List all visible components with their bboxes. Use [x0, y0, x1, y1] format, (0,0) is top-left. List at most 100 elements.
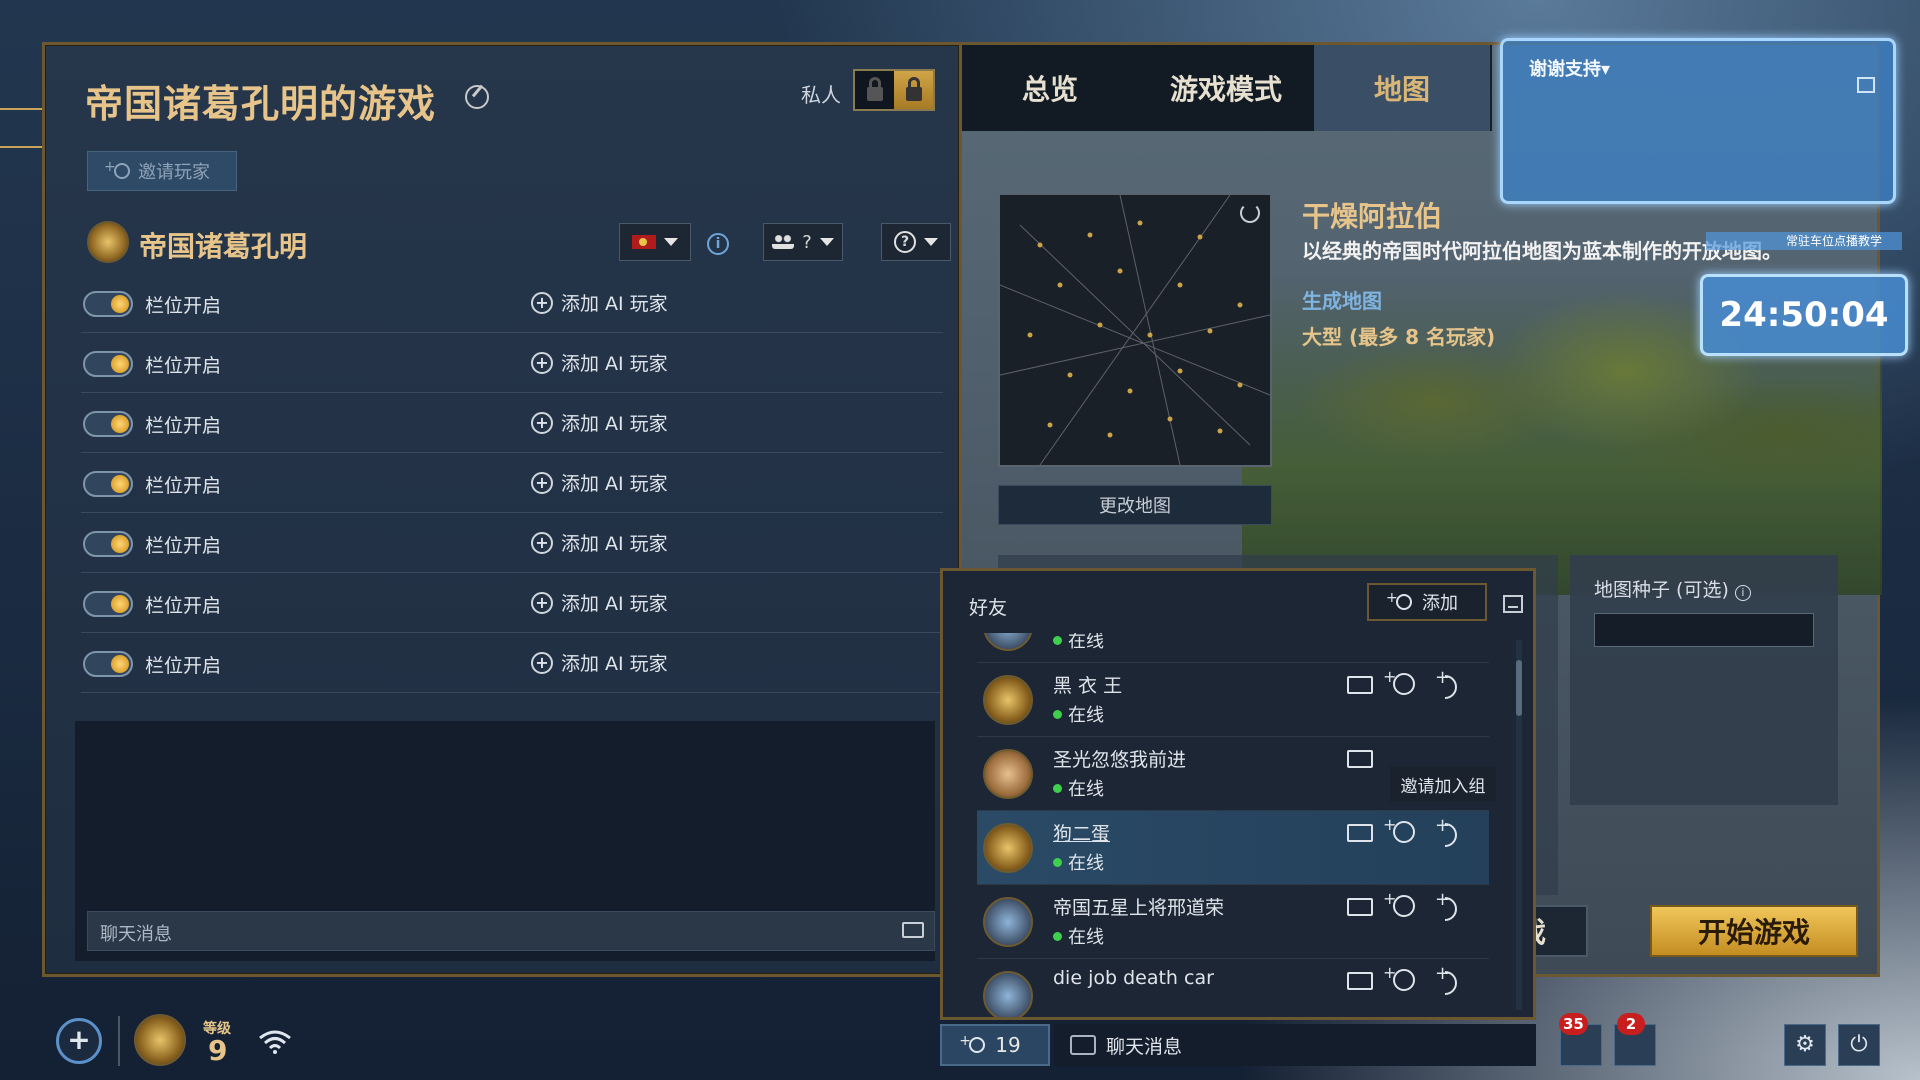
add-ai-button[interactable]: + 添加 AI 玩家: [531, 469, 668, 496]
private-label: 私人: [801, 83, 841, 107]
add-ai-button[interactable]: + 添加 AI 玩家: [531, 529, 668, 556]
lock-icon[interactable]: [894, 71, 933, 109]
add-ai-label: 添加 AI 玩家: [561, 353, 668, 375]
invite-to-group-icon[interactable]: [1383, 963, 1415, 991]
my-avatar[interactable]: [134, 1014, 186, 1066]
add-player-icon[interactable]: [1435, 815, 1461, 847]
friend-row[interactable]: 帝国五星上将邢道荣 在线: [977, 885, 1489, 959]
info-icon[interactable]: i: [707, 233, 729, 255]
add-ai-label: 添加 AI 玩家: [561, 473, 668, 495]
friend-status-text: 在线: [1068, 705, 1104, 726]
chat-bubble-icon[interactable]: [1347, 972, 1373, 990]
team-dropdown[interactable]: ?: [763, 223, 843, 261]
invite-player-button[interactable]: 邀请玩家: [87, 151, 237, 191]
chat-bubble-icon[interactable]: [1347, 676, 1373, 694]
add-ai-button[interactable]: + 添加 AI 玩家: [531, 349, 668, 376]
chat-bubble-icon[interactable]: [1347, 898, 1373, 916]
add-ai-button[interactable]: + 添加 AI 玩家: [531, 589, 668, 616]
invite-to-group-icon[interactable]: [1383, 667, 1415, 695]
edit-title-icon[interactable]: [465, 85, 489, 109]
slot-toggle[interactable]: [83, 531, 133, 557]
tab-map[interactable]: 地图: [1314, 45, 1490, 131]
chevron-down-icon: [819, 238, 834, 246]
tab-game-mode[interactable]: 游戏模式: [1138, 45, 1314, 131]
friend-name: 圣光忽悠我前进: [1053, 749, 1187, 771]
add-button[interactable]: +: [56, 1018, 102, 1064]
map-seed-input[interactable]: [1594, 613, 1814, 647]
divider: [118, 1016, 120, 1066]
friend-status: 在线: [1053, 701, 1104, 727]
info-icon[interactable]: i: [1734, 585, 1751, 601]
player-slot: 栏位开启 + 添加 AI 玩家: [81, 633, 943, 693]
add-ai-button[interactable]: + 添加 AI 玩家: [531, 649, 668, 676]
slot-list: 栏位开启 + 添加 AI 玩家 栏位开启 + 添加 AI 玩家 栏位开启 + 添加 A…: [81, 273, 943, 693]
invite-tooltip: 邀请加入组: [1390, 766, 1496, 802]
slot-toggle[interactable]: [83, 591, 133, 617]
add-ai-button[interactable]: + 添加 AI 玩家: [531, 289, 668, 316]
invite-to-group-icon[interactable]: [1383, 815, 1415, 843]
tab-overview[interactable]: 总览: [962, 45, 1138, 131]
settings-tabs: 总览 游戏模式 地图: [962, 45, 1492, 131]
minimize-icon[interactable]: [1503, 595, 1523, 613]
rewards-button[interactable]: 2: [1614, 1013, 1656, 1066]
privacy-toggle[interactable]: [853, 69, 935, 111]
team-value: ?: [802, 231, 812, 253]
power-icon[interactable]: ⏻: [1838, 1024, 1880, 1066]
add-ai-button[interactable]: + 添加 AI 玩家: [531, 409, 668, 436]
slot-toggle[interactable]: [83, 351, 133, 377]
slot-toggle[interactable]: [83, 291, 133, 317]
lobby-chat-input[interactable]: 聊天消息: [87, 911, 935, 951]
overlay-tag: 常驻车位点播教学: [1706, 232, 1902, 250]
settings-gear-icon[interactable]: ⚙: [1784, 1024, 1826, 1066]
add-friend-label: 添加: [1422, 593, 1458, 614]
rewards-badge: 2: [1617, 1013, 1645, 1035]
chat-bubble-icon[interactable]: [1347, 824, 1373, 842]
map-seed-label-text: 地图种子 (可选): [1594, 579, 1729, 601]
friend-status: 在线: [1053, 923, 1104, 949]
add-player-icon[interactable]: [1435, 667, 1461, 699]
notifications-button[interactable]: 35: [1559, 1013, 1602, 1066]
friend-avatar: [983, 749, 1033, 799]
friend-row[interactable]: 在线: [977, 633, 1489, 663]
friend-status: 在线: [1053, 775, 1104, 801]
add-player-icon[interactable]: [1435, 889, 1461, 921]
slot-toggle[interactable]: [83, 651, 133, 677]
chat-bubble-icon[interactable]: [902, 922, 924, 938]
friend-row[interactable]: 黑 衣 王 在线: [977, 663, 1489, 737]
civ-dropdown[interactable]: [619, 223, 691, 261]
add-ai-label: 添加 AI 玩家: [561, 413, 668, 435]
friend-count: 19: [995, 1033, 1021, 1057]
map-preview-drawing: [1000, 195, 1270, 465]
plus-circle-icon: +: [531, 651, 553, 674]
player-slot: 栏位开启 + 添加 AI 玩家: [81, 333, 943, 393]
friend-row[interactable]: die job death car: [977, 959, 1489, 1017]
chat-toggle-button[interactable]: 聊天消息: [1054, 1024, 1536, 1066]
friends-scrollbar[interactable]: [1516, 640, 1522, 1010]
generate-map-link[interactable]: 生成地图: [1302, 285, 1382, 314]
plus-circle-icon: +: [531, 351, 553, 374]
friend-actions: [1347, 815, 1461, 847]
friends-toggle-button[interactable]: 19: [940, 1024, 1050, 1066]
friend-row[interactable]: 狗二蛋 在线: [977, 811, 1489, 885]
slot-toggle[interactable]: [83, 471, 133, 497]
add-friend-button[interactable]: 添加: [1367, 583, 1487, 621]
add-player-icon[interactable]: [1435, 963, 1461, 995]
friend-actions: [1347, 667, 1461, 699]
friend-name[interactable]: 狗二蛋: [1053, 819, 1110, 846]
unlock-icon[interactable]: [855, 71, 894, 109]
slot-label: 栏位开启: [145, 655, 222, 677]
refresh-icon[interactable]: [1240, 203, 1260, 223]
start-game-button[interactable]: 开始游戏: [1650, 905, 1858, 957]
player-slot: 栏位开启 + 添加 AI 玩家: [81, 573, 943, 633]
slot-toggle[interactable]: [83, 411, 133, 437]
invite-to-group-icon[interactable]: [1383, 889, 1415, 917]
change-map-button[interactable]: 更改地图: [998, 485, 1272, 525]
friend-status-text: 在线: [1068, 927, 1104, 948]
plus-circle-icon: +: [531, 591, 553, 614]
plus-circle-icon: +: [531, 471, 553, 494]
color-dropdown[interactable]: ?: [881, 223, 951, 261]
chat-bubble-icon[interactable]: [1347, 750, 1373, 768]
friend-name: die job death car: [1053, 967, 1214, 989]
minimize-icon[interactable]: [1857, 77, 1875, 93]
player-slot: 栏位开启 + 添加 AI 玩家: [81, 453, 943, 513]
